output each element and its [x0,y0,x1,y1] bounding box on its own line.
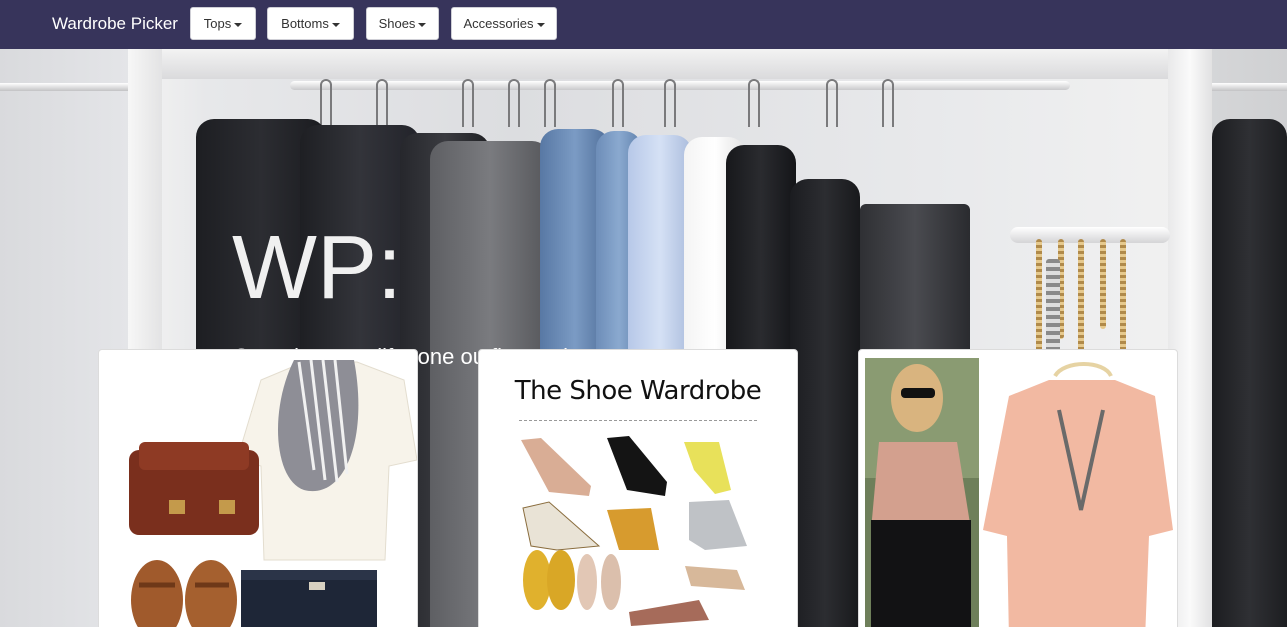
closet-shelf [162,49,1168,79]
yellow-flat-icon [523,550,575,610]
shoe-wardrobe-card[interactable]: The Shoe Wardrobe [478,349,798,627]
caret-down-icon [331,22,340,27]
leather-bag-icon [129,442,259,535]
hanger-hook [612,79,624,127]
white-wedge-icon [522,501,601,551]
gold-necklace [1036,239,1042,359]
tops-dropdown-button[interactable]: Tops [190,7,256,40]
oxford-shoe-icon [629,600,709,626]
jewelry-rack [1010,227,1170,243]
jeans-icon [241,570,377,627]
outfit-card-tops[interactable] [98,349,418,627]
closet-rod [290,81,1070,90]
accessories-dropdown-button[interactable]: Accessories [451,7,557,40]
nude-pump-icon [521,438,591,496]
hanger-hook [320,79,332,127]
thong-sandal-icon [685,566,745,590]
hanger-hook [508,79,520,127]
hanger-hook [544,79,556,127]
hanger-hook [882,79,894,127]
outfit-card-blouse[interactable] [858,349,1178,627]
hanger-hook [376,79,388,127]
sandals-icon [131,560,237,627]
hanger-hook [748,79,760,127]
gold-necklace [1100,239,1106,329]
shoes-dropdown-label: Shoes [378,16,416,31]
yellow-wedge-icon [607,508,659,550]
tops-dropdown-label: Tops [203,16,232,31]
closet-rod-right [1212,83,1287,91]
shoes-dropdown-button[interactable]: Shoes [366,7,439,40]
caret-down-icon [536,22,545,27]
black-pump-icon [607,436,667,496]
closet-rod-left [0,83,128,91]
shoe-collage-image [521,436,747,626]
black-skirt [790,179,860,627]
silver-heel-icon [689,500,747,550]
hanger-hook [462,79,474,127]
striped-scarf-icon [277,359,359,492]
caret-down-icon [418,22,427,27]
hero-title: WP: [232,218,402,318]
yellow-sandal-icon [684,442,731,494]
brand-link[interactable]: Wardrobe Picker [52,14,178,34]
blouse-collage-image [865,358,1173,627]
bottoms-dropdown-button[interactable]: Bottoms [267,7,354,40]
model-photo [865,358,979,627]
accessories-dropdown-label: Accessories [463,16,534,31]
outfit-collage-image [129,359,417,627]
pink-blouse-icon [983,362,1173,627]
hanger-hook [826,79,838,127]
gold-necklace [1120,239,1126,359]
caret-down-icon [234,22,243,27]
navbar: Wardrobe Picker Tops Bottoms Shoes Acces… [0,0,1287,49]
dark-coat-right [1212,119,1287,627]
nude-flat-icon [577,554,621,610]
bottoms-dropdown-label: Bottoms [281,16,329,31]
hanger-hook [664,79,676,127]
